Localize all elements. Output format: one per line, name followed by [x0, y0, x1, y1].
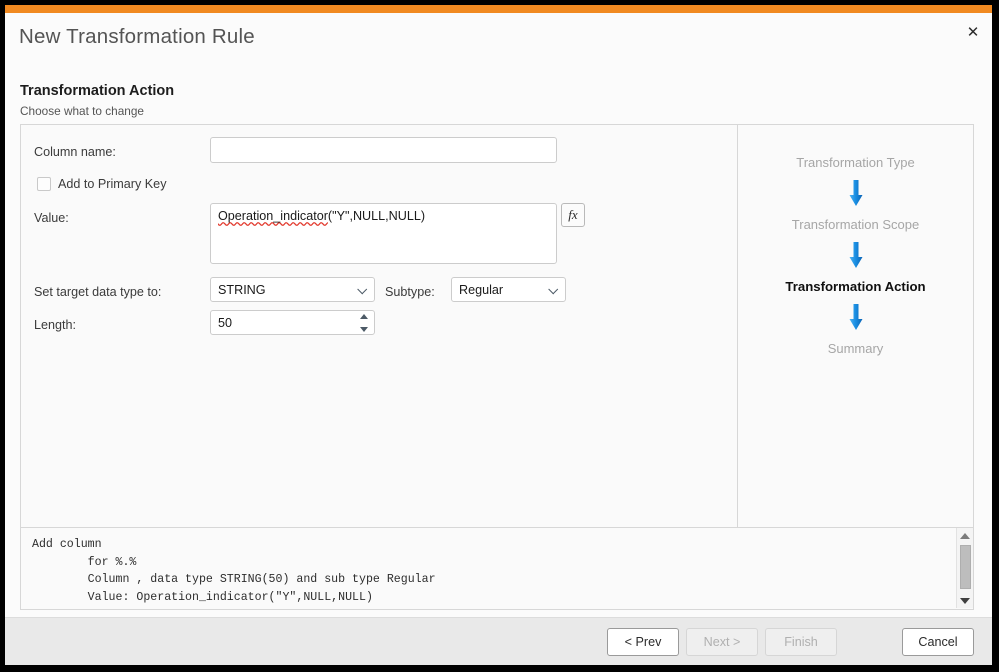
column-name-input[interactable] [210, 137, 557, 163]
page-title: New Transformation Rule [19, 25, 255, 48]
subtype-label: Subtype: [385, 285, 435, 299]
spinner-up-icon[interactable] [360, 314, 368, 319]
wizard-stepper: Transformation Type Transformation Scope… [738, 125, 973, 527]
arrow-down-icon [848, 303, 864, 333]
arrow-down-icon [848, 179, 864, 209]
transformation-form: Column name: Add to Primary Key Value: O… [21, 125, 737, 527]
column-name-label: Column name: [34, 145, 116, 159]
log-scrollbar[interactable] [956, 528, 973, 608]
finish-button: Finish [765, 628, 837, 656]
section-subtitle: Choose what to change [20, 104, 144, 118]
wizard-step-transformation-action: Transformation Action [785, 279, 926, 294]
value-expression-function: Operation_indicator [218, 209, 328, 223]
data-type-label: Set target data type to: [34, 285, 162, 299]
wizard-step-transformation-scope: Transformation Scope [791, 217, 920, 232]
data-type-value: STRING [218, 282, 266, 297]
value-expression-args: ("Y",NULL,NULL) [327, 209, 426, 223]
subtype-select[interactable]: Regular [451, 277, 566, 302]
triangle-down-icon[interactable] [957, 593, 973, 608]
scrollbar-thumb[interactable] [960, 545, 971, 589]
triangle-up-icon[interactable] [957, 528, 973, 543]
dialog-window: ✕ New Transformation Rule Transformation… [5, 5, 992, 665]
length-value: 50 [218, 315, 233, 330]
chevron-down-icon [549, 288, 557, 293]
prev-button[interactable]: < Prev [607, 628, 679, 656]
section-title: Transformation Action [20, 83, 175, 99]
subtype-value: Regular [459, 282, 504, 297]
cancel-button[interactable]: Cancel [902, 628, 974, 656]
title-bar-accent-strip [5, 5, 992, 13]
length-label: Length: [34, 318, 77, 332]
chevron-down-icon [358, 288, 366, 293]
arrow-down-icon [848, 241, 864, 271]
value-textarea[interactable]: Operation_indicator("Y",NULL,NULL) [210, 203, 557, 264]
wizard-step-summary: Summary [827, 341, 884, 356]
spinner-arrows-icon[interactable] [359, 314, 369, 332]
wizard-step-transformation-type: Transformation Type [796, 155, 915, 170]
spinner-down-icon[interactable] [360, 327, 368, 332]
data-type-select[interactable]: STRING [210, 277, 375, 302]
close-icon[interactable]: ✕ [962, 21, 984, 43]
dialog-footer: < Prev Next > Finish Cancel [5, 617, 992, 665]
function-builder-button[interactable]: fx [561, 203, 585, 227]
length-stepper[interactable]: 50 [210, 310, 375, 335]
next-button: Next > [686, 628, 758, 656]
add-to-primary-key-checkbox[interactable] [37, 177, 51, 191]
summary-log-panel: Add column for %.% Column , data type ST… [20, 528, 974, 610]
value-label: Value: [34, 211, 69, 225]
summary-log-text: Add column for %.% Column , data type ST… [32, 538, 436, 604]
content-panel: Column name: Add to Primary Key Value: O… [20, 124, 974, 528]
add-to-primary-key-label: Add to Primary Key [58, 177, 167, 191]
